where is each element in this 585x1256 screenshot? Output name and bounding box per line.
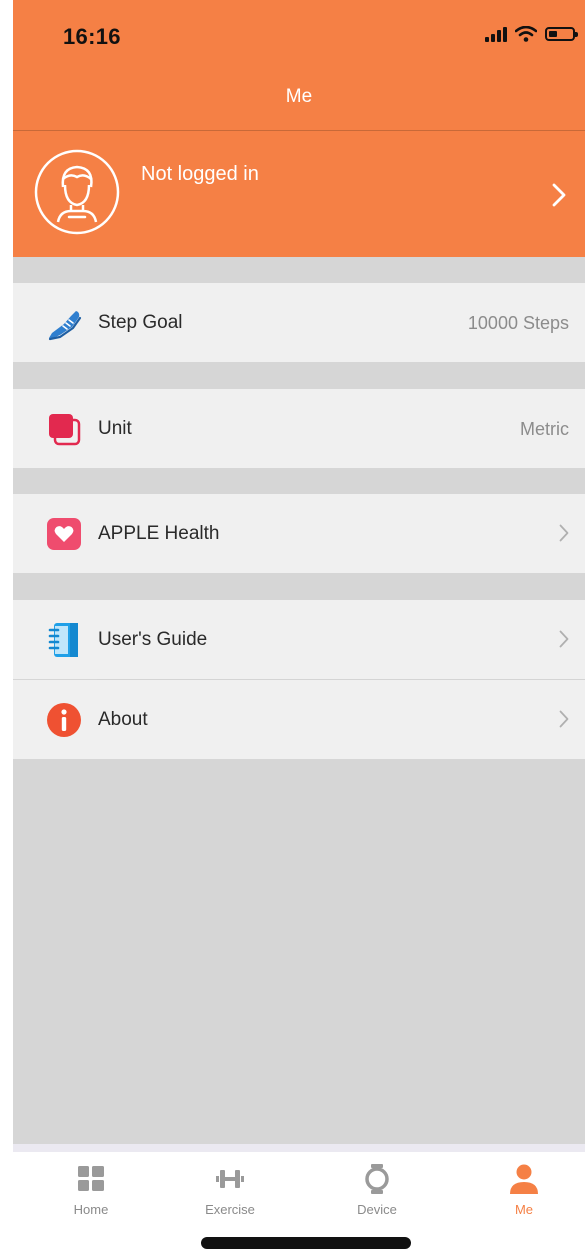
about-label: About	[98, 709, 148, 730]
chevron-right-icon	[559, 524, 569, 542]
tab-exercise-label: Exercise	[205, 1202, 255, 1217]
home-indicator	[201, 1237, 411, 1249]
wifi-icon	[515, 26, 537, 42]
watch-icon	[365, 1164, 389, 1194]
grid-icon	[78, 1166, 104, 1191]
status-icons	[485, 26, 578, 42]
profile-login-row[interactable]: Not logged in	[13, 131, 585, 257]
users-guide-label: User's Guide	[98, 629, 208, 650]
app-screen: 16:16 Me Not logged in Step Goal 10000 S…	[0, 0, 585, 1256]
unit-row[interactable]: Unit Metric	[13, 389, 585, 468]
apple-health-label: APPLE Health	[98, 523, 220, 544]
apple-health-row[interactable]: APPLE Health	[13, 494, 585, 573]
status-bar: 16:16	[13, 0, 585, 70]
stacked-squares-icon	[49, 414, 81, 446]
chevron-right-icon	[559, 710, 569, 728]
chevron-right-icon	[559, 630, 569, 648]
tab-exercise[interactable]: Exercise	[185, 1164, 275, 1224]
step-goal-value: 10000 Steps	[467, 313, 569, 333]
chevron-right-icon	[552, 183, 566, 207]
tab-home-label: Home	[73, 1202, 109, 1217]
header: 16:16 Me Not logged in	[13, 0, 585, 257]
tab-device[interactable]: Device	[332, 1164, 422, 1224]
tab-device-label: Device	[357, 1202, 397, 1217]
avatar-icon	[34, 149, 120, 235]
status-time: 16:16	[63, 24, 121, 49]
users-guide-row[interactable]: User's Guide	[13, 600, 585, 679]
about-row[interactable]: About	[13, 680, 585, 759]
heart-icon	[47, 518, 81, 550]
login-status-label: Not logged in	[141, 163, 259, 185]
step-goal-label: Step Goal	[98, 312, 183, 333]
cellular-signal-icon	[485, 26, 507, 42]
settings-list: Step Goal 10000 Steps Unit Metric APPLE …	[13, 257, 585, 1144]
unit-value: Metric	[520, 419, 569, 439]
tab-me-label: Me	[514, 1202, 534, 1217]
sneaker-icon	[48, 311, 82, 341]
info-icon	[47, 703, 81, 737]
tab-bar-border	[13, 1144, 585, 1152]
page-title: Me	[285, 86, 313, 107]
battery-icon	[545, 27, 578, 41]
tab-home[interactable]: Home	[46, 1164, 136, 1224]
tab-me[interactable]: Me	[479, 1164, 569, 1224]
dumbbell-icon	[216, 1170, 244, 1188]
notebook-icon	[48, 623, 78, 657]
unit-label: Unit	[98, 418, 132, 439]
person-icon	[510, 1164, 538, 1194]
step-goal-row[interactable]: Step Goal 10000 Steps	[13, 283, 585, 362]
